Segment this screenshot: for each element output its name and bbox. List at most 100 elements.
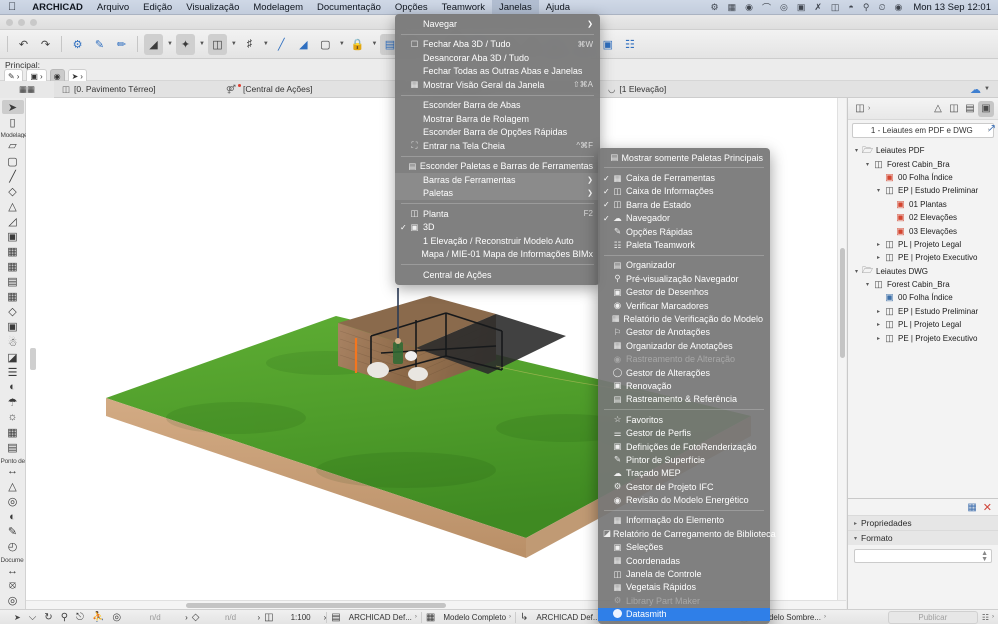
morph-tool[interactable]: ▣	[2, 229, 24, 243]
menu-item-mapa-mie-01-mapa-de-informa-es-bimx[interactable]: Mapa / MIE-01 Mapa de Informações BIMx	[395, 248, 600, 262]
menu-clock[interactable]: Mon 13 Sep 12:01	[911, 2, 991, 13]
level-dimension-tool[interactable]: △	[2, 479, 24, 493]
menu-item-navegar[interactable]: Navegar❯	[395, 17, 600, 31]
navigator-tree-item[interactable]: ▸◫PE | Projeto Executivo	[848, 331, 998, 344]
palette-item-gestor-de-desenhos[interactable]: ▣Gestor de Desenhos	[598, 286, 770, 299]
zoom-in-button[interactable]: ⚲	[57, 610, 72, 624]
status-field-1[interactable]: n/d	[125, 610, 185, 624]
navigator-tree-item[interactable]: ▣00 Folha Índice	[848, 171, 998, 184]
palette-item-janela-de-controle[interactable]: ◫Janela de Controle	[598, 567, 770, 580]
apple-menu-icon[interactable]: 	[0, 2, 25, 13]
menu-item-planta[interactable]: ◫PlantaF2	[395, 207, 600, 221]
horizontal-scroll-thumb[interactable]	[186, 603, 446, 608]
publish-options-icon[interactable]: ☷›	[978, 610, 998, 624]
navigator-tree-item[interactable]: ▸◫PL | Projeto Legal	[848, 238, 998, 251]
palette-item-relat-rio-de-carregamento-de-biblioteca[interactable]: ◪Relatório de Carregamento de Biblioteca	[598, 527, 770, 540]
tab-central-de-acoes[interactable]: ⚤ [Central de Ações]	[218, 81, 400, 98]
fit-window-button[interactable]: ◎	[108, 610, 125, 624]
tree-twisty-icon[interactable]: ▸	[874, 254, 883, 261]
app-icon[interactable]: ▦	[728, 2, 737, 13]
detail-tool[interactable]: ◎	[2, 594, 24, 608]
lock-icon[interactable]: 🔒	[348, 34, 368, 55]
magic-wand-icon[interactable]: ✦	[176, 34, 195, 55]
light-tool[interactable]: ☼	[2, 410, 24, 424]
view-map-icon[interactable]: ◫	[946, 101, 962, 117]
palette-item-defini-es-de-fotorenderiza-o[interactable]: ▣Definições de FotoRenderização	[598, 440, 770, 453]
tree-twisty-icon[interactable]: ▸	[874, 321, 883, 328]
menu-item-desancorar-aba-3d-tudo[interactable]: Desancorar Aba 3D / Tudo	[395, 51, 600, 65]
palette-item-organizador-de-anota-es[interactable]: ▦Organizador de Anotações	[598, 339, 770, 352]
zone-tool[interactable]: ◐	[2, 380, 24, 394]
wall-tool[interactable]: ▱	[2, 139, 24, 153]
menu-janelas[interactable]: Janelas	[492, 0, 539, 15]
model-view-combo[interactable]: Modelo Completo ›	[439, 610, 515, 624]
palette-item-caixa-de-ferramentas[interactable]: ✓▦Caixa de Ferramentas	[598, 171, 770, 184]
palette-item-rastreamento-refer-ncia[interactable]: ▤Rastreamento & Referência	[598, 393, 770, 406]
text-tool[interactable]: ✎	[2, 525, 24, 539]
radial-dimension-tool[interactable]: ◎	[2, 495, 24, 509]
chevron-down-icon[interactable]: ▼	[199, 41, 205, 47]
chevron-right-icon[interactable]: ›	[868, 105, 870, 112]
arrow-tool[interactable]: ➤	[2, 100, 24, 114]
vertical-scroll-thumb[interactable]	[840, 248, 845, 358]
stepper-icon[interactable]: ▲▼	[981, 551, 988, 563]
menu-teamwork[interactable]: Teamwork	[435, 0, 492, 15]
navigator-tree-item[interactable]: ▣00 Folha Índice	[848, 291, 998, 304]
tree-twisty-icon[interactable]: ▸	[874, 335, 883, 342]
close-icon[interactable]: ✕	[983, 501, 992, 514]
menu-item-esconder-barra-de-op-es-r-pidas[interactable]: Esconder Barra de Opções Rápidas	[395, 126, 600, 140]
window-traffic-lights[interactable]	[6, 19, 37, 26]
syringe-icon[interactable]: ✏	[112, 34, 131, 55]
timemachine-icon[interactable]: ⏲	[878, 2, 885, 13]
skylight-tool[interactable]: ◇	[2, 305, 24, 319]
menu-item-mostrar-barra-de-rolagem[interactable]: Mostrar Barra de Rolagem	[395, 112, 600, 126]
palette-item-rastreamento-de-altera-o[interactable]: ◉Rastreamento de Alteração	[598, 352, 770, 365]
publish-icon[interactable]: ▣	[598, 34, 617, 55]
shell-alt-tool[interactable]: ▤	[2, 441, 24, 455]
menu-item-3d[interactable]: ✓▣3D	[395, 221, 600, 235]
mesh-tool[interactable]: ▦	[2, 260, 24, 274]
cd-icon[interactable]: ◉	[745, 2, 753, 13]
eyedropper-icon[interactable]: ✎	[90, 34, 109, 55]
renovation-filter-icon[interactable]: ◇	[188, 610, 204, 624]
mesh-terrain-tool[interactable]: ▦	[2, 425, 24, 439]
scale-icon[interactable]: ◫	[260, 610, 277, 624]
publish-button[interactable]: Publicar	[888, 611, 978, 624]
beam-tool[interactable]: ╱	[2, 169, 24, 183]
properties-section-propriedades[interactable]: ▸ Propriedades	[848, 515, 998, 530]
menu-edicao[interactable]: Edição	[136, 0, 179, 15]
gravity-icon[interactable]: ◢	[144, 34, 163, 55]
menu-item-1-eleva-o-reconstruir-modelo-auto[interactable]: 1 Elevação / Reconstruir Modelo Auto	[395, 234, 600, 248]
palette-item-gestor-de-projeto-ifc[interactable]: ⚙Gestor de Projeto IFC	[598, 480, 770, 493]
snap-icon[interactable]: ◫	[208, 34, 227, 55]
tree-twisty-icon[interactable]: ▸	[874, 241, 883, 248]
project-map-icon[interactable]: △	[930, 101, 946, 117]
dropbox-icon[interactable]: ⚙	[711, 2, 719, 13]
wifi-icon[interactable]: ◓	[848, 2, 853, 12]
status-field-2[interactable]: n/d	[204, 610, 258, 624]
vertical-scrollbar[interactable]	[837, 98, 846, 609]
menu-item-esconder-paletas-e-barras-de-ferramentas[interactable]: ▤Esconder Paletas e Barras de Ferramenta…	[395, 160, 600, 174]
tree-twisty-icon[interactable]: ▾	[852, 268, 861, 275]
railing-tool[interactable]: ☰	[2, 365, 24, 379]
palette-item-organizador[interactable]: ▤Organizador	[598, 259, 770, 272]
scale-field[interactable]: 1:100	[278, 610, 324, 624]
close-window-button[interactable]	[6, 19, 13, 26]
palette-item-verificar-marcadores[interactable]: ◉Verificar Marcadores	[598, 299, 770, 312]
navigator-tree-item[interactable]: ▾🗁Leiautes PDF	[848, 144, 998, 157]
guideline-icon[interactable]: ╱	[272, 34, 291, 55]
palette-item-coordenadas[interactable]: ▦Coordenadas	[598, 554, 770, 567]
menu-item-central-de-a-es[interactable]: Central de Ações	[395, 268, 600, 282]
windows-dropdown-menu[interactable]: Navegar❯☐Fechar Aba 3D / Tudo⌘WDesancora…	[395, 14, 600, 285]
elevation-marker-tool[interactable]: ⦻	[2, 579, 24, 593]
palette-item-informa-o-do-elemento[interactable]: ▦Informação do Elemento	[598, 514, 770, 527]
bluetooth-off-icon[interactable]: ✗	[814, 2, 822, 13]
rounded-rect-icon[interactable]: ▢	[316, 34, 335, 55]
tree-twisty-icon[interactable]: ▾	[863, 281, 872, 288]
menu-item-paletas[interactable]: Paletas❯	[395, 187, 600, 201]
zoom-previous-button[interactable]: ↻	[40, 610, 56, 624]
navigator-mode-icon[interactable]: ◫	[852, 101, 868, 117]
navigator-jump-icon[interactable]: ↗	[988, 123, 996, 134]
chevron-down-icon[interactable]: ▼	[339, 41, 345, 47]
viewport-left-handle[interactable]	[30, 348, 36, 370]
